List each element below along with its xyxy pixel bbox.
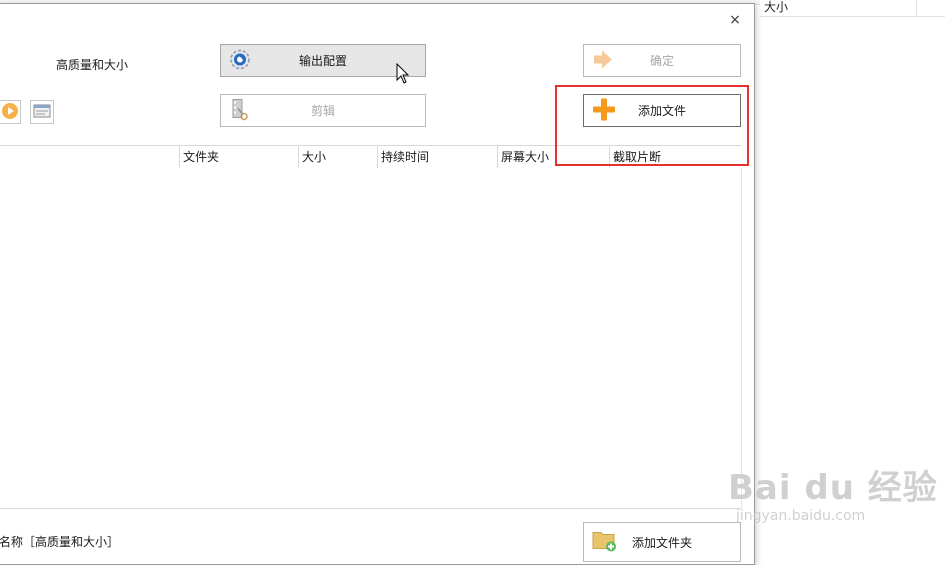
- column-header-clip[interactable]: 截取片断: [609, 146, 741, 168]
- watermark-url: jingyan.baidu.com: [736, 508, 866, 524]
- background-table-header: 大小: [760, 0, 945, 17]
- info-card-button[interactable]: [30, 100, 54, 124]
- gear-icon: [229, 48, 251, 73]
- ok-label: 确定: [649, 54, 674, 68]
- file-table-header: 文件夹 大小 持续时间 屏幕大小 截取片断: [0, 145, 741, 169]
- add-file-button[interactable]: 添加文件: [583, 94, 741, 127]
- column-header-size[interactable]: 大小: [298, 146, 377, 168]
- column-header-duration[interactable]: 持续时间: [377, 146, 497, 168]
- profile-name-label: 名称［高质量和大小］: [0, 535, 120, 549]
- close-icon[interactable]: ×: [727, 12, 743, 28]
- background-column-size: 大小: [764, 0, 789, 14]
- quality-profile-label: 高质量和大小: [56, 58, 129, 72]
- arrow-right-icon: [592, 49, 614, 72]
- play-button[interactable]: [0, 100, 21, 124]
- play-icon: [1, 102, 19, 123]
- column-header-screen-size[interactable]: 屏幕大小: [497, 146, 609, 168]
- conversion-dialog: × 高质量和大小 输出配置 剪辑 确定 添加文件 文件夹 大小 持续时间 屏幕大…: [0, 3, 755, 565]
- baidu-jingyan-watermark: Bai du 经验 jingyan.baidu.com: [728, 460, 938, 530]
- add-file-label: 添加文件: [637, 104, 686, 118]
- mouse-cursor-icon: [396, 62, 410, 85]
- add-folder-button[interactable]: 添加文件夹: [583, 522, 741, 562]
- card-icon: [33, 104, 51, 121]
- bottom-divider: [0, 508, 741, 509]
- background-column-separator: [916, 0, 917, 16]
- edit-label: 剪辑: [310, 104, 335, 118]
- column-header-folder[interactable]: 文件夹: [179, 146, 298, 168]
- output-config-label: 输出配置: [298, 54, 347, 68]
- folder-add-icon: [592, 529, 618, 556]
- watermark-brand: Bai du 经验: [728, 468, 938, 508]
- edit-button[interactable]: 剪辑: [220, 94, 426, 127]
- plus-icon: [592, 97, 616, 124]
- file-list[interactable]: [0, 168, 742, 508]
- ok-button[interactable]: 确定: [583, 44, 741, 77]
- film-scissors-icon: [229, 97, 251, 124]
